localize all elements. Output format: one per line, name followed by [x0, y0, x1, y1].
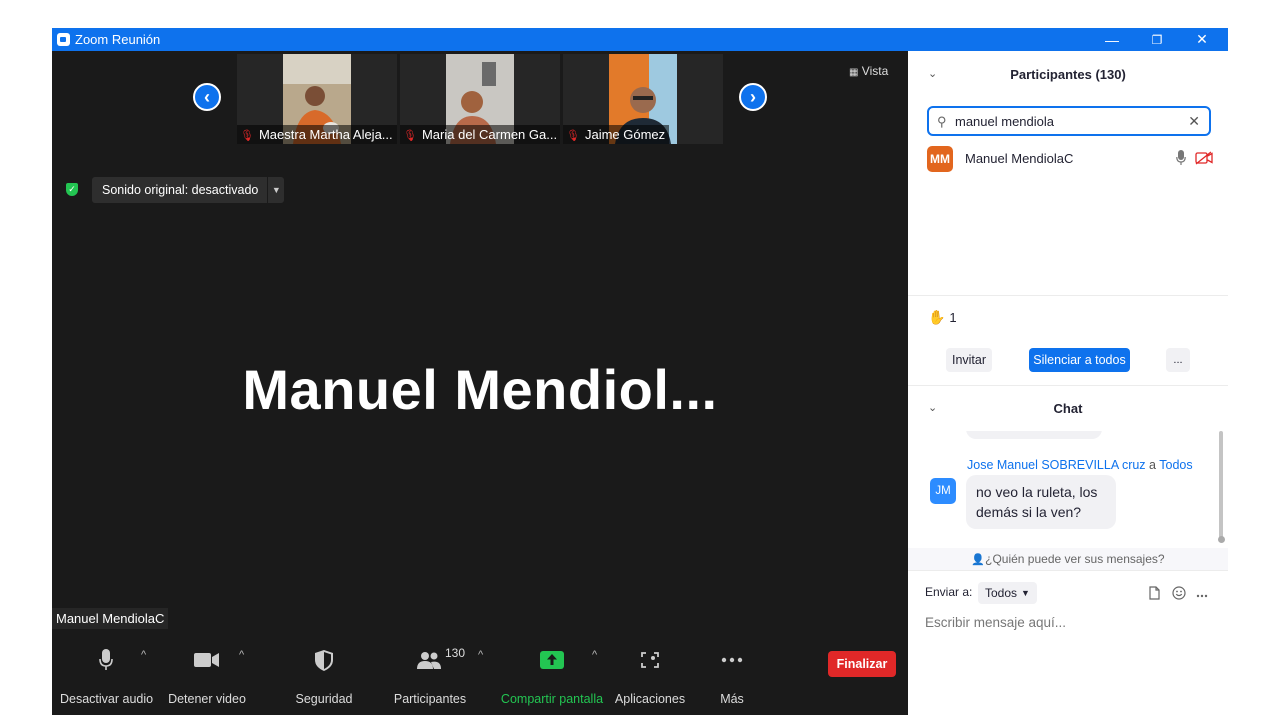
participants-title: Participantes (130)	[1010, 67, 1126, 82]
zoom-window: Zoom Reunión — ❐ ✕ ‹ 🎙 Maestra Martha Ale…	[52, 28, 1228, 715]
restore-button[interactable]: ❐	[1134, 28, 1180, 51]
mic-muted-icon: 🎙	[403, 130, 417, 142]
mic-muted-icon: 🎙	[240, 130, 254, 142]
participant-row[interactable]: MM Manuel MendiolaC	[927, 146, 1217, 172]
active-speaker-name-tag: Manuel MendiolaC	[52, 608, 169, 629]
meeting-toolbar: Desactivar audio ^ Detener video ^ Segur…	[52, 634, 908, 715]
mute-all-button[interactable]: Silenciar a todos	[1029, 348, 1130, 372]
security-button[interactable]: Seguridad	[288, 634, 360, 715]
participants-more-button[interactable]: ...	[1166, 348, 1190, 372]
next-page-button[interactable]: ›	[739, 83, 767, 111]
participant-thumbnail[interactable]: 🎙 Maestra Martha Aleja...	[237, 54, 397, 144]
participant-name-label: 🎙 Maestra Martha Aleja...	[237, 125, 397, 144]
participant-name: Manuel MendiolaC	[965, 151, 1074, 166]
video-options-caret-icon[interactable]: ^	[239, 649, 244, 661]
end-meeting-button[interactable]: Finalizar	[828, 651, 896, 677]
audio-options-caret-icon[interactable]: ^	[141, 649, 146, 661]
mic-muted-icon: 🎙	[566, 130, 580, 142]
view-button[interactable]: ▦ Vista	[844, 62, 894, 80]
original-sound-label: Sonido original: desactivado	[102, 183, 259, 197]
chevron-down-icon: ▼	[1021, 588, 1030, 598]
share-options-caret-icon[interactable]: ^	[592, 649, 597, 661]
chat-privacy-note[interactable]: 👤¿Quién puede ver sus mensajes?	[908, 548, 1228, 570]
apps-button[interactable]: Aplicaciones	[614, 634, 686, 715]
video-area: ‹ 🎙 Maestra Martha Aleja... 🎙 Maria del Ca…	[52, 51, 908, 715]
message-sender: Jose Manuel SOBREVILLA cruz a Todos	[967, 458, 1193, 472]
mute-audio-button[interactable]: Desactivar audio	[60, 634, 153, 715]
active-speaker-name: Manuel Mendiol...	[242, 358, 718, 421]
participants-options-caret-icon[interactable]: ^	[478, 649, 483, 661]
divider	[908, 295, 1228, 296]
more-dots-icon[interactable]	[1196, 586, 1208, 601]
share-screen-icon	[500, 649, 604, 671]
more-button[interactable]: Más	[710, 634, 754, 715]
raised-hand-icon: ✋	[928, 309, 946, 325]
microphone-icon	[1176, 150, 1186, 171]
participants-count: 130	[445, 646, 466, 660]
prev-page-button[interactable]: ‹	[193, 83, 221, 111]
send-to-dropdown[interactable]: Todos ▼	[978, 582, 1037, 604]
participant-name-label: 🎙 Jaime Gómez	[563, 125, 670, 144]
avatar: JM	[930, 478, 956, 504]
chat-scrollbar[interactable]	[1219, 431, 1223, 541]
microphone-icon	[60, 649, 152, 671]
emoji-icon[interactable]	[1172, 586, 1186, 603]
window-title: Zoom Reunión	[75, 32, 161, 47]
chevron-right-icon: ›	[750, 86, 756, 107]
previous-message-bubble	[966, 431, 1102, 439]
close-button[interactable]: ✕	[1179, 28, 1225, 51]
participant-thumbnail[interactable]: 🎙 Maria del Carmen Ga...	[400, 54, 560, 144]
avatar: MM	[927, 146, 953, 172]
raised-hands-count: ✋ 1	[928, 309, 957, 325]
stop-video-button[interactable]: Detener video	[164, 634, 250, 715]
person-lock-icon: 👤	[971, 554, 986, 566]
send-to-label: Enviar a:	[925, 585, 973, 599]
scroll-thumb[interactable]	[1218, 536, 1225, 543]
participant-search-input[interactable]	[955, 113, 1185, 129]
minimize-button[interactable]: —	[1089, 28, 1135, 51]
invite-button[interactable]: Invitar	[946, 348, 992, 372]
share-screen-button[interactable]: Compartir pantalla	[500, 634, 604, 715]
chat-title: Chat	[1053, 401, 1083, 416]
shield-icon	[288, 649, 360, 671]
apps-icon	[614, 649, 686, 671]
chevron-left-icon: ‹	[204, 86, 210, 107]
divider	[908, 570, 1228, 571]
participant-search: ⚲ ✕	[927, 106, 1211, 136]
video-off-icon	[1195, 151, 1213, 170]
participants-button[interactable]: 130 Participantes	[392, 634, 468, 715]
grid-icon: ▦	[849, 67, 859, 78]
search-icon: ⚲	[937, 114, 947, 129]
clear-search-icon[interactable]: ✕	[1188, 113, 1200, 130]
chat-messages: JM Jose Manuel SOBREVILLA cruz a Todos n…	[908, 431, 1228, 546]
side-panel: ⌄ Participantes (130) ⚲ ✕ MM Manuel Mend…	[908, 51, 1228, 692]
chat-message-input[interactable]	[925, 612, 1215, 632]
divider	[908, 385, 1228, 386]
zoom-app-icon	[57, 33, 70, 46]
encryption-shield-icon[interactable]: ✓	[66, 183, 78, 196]
message-bubble: no veo la ruleta, los demás si la ven?	[966, 475, 1116, 529]
video-camera-icon	[164, 649, 250, 671]
participant-name-label: 🎙 Maria del Carmen Ga...	[400, 125, 560, 144]
chevron-down-icon[interactable]: ▼	[267, 177, 284, 203]
title-bar: Zoom Reunión — ❐ ✕	[52, 28, 1228, 51]
file-icon[interactable]	[1149, 586, 1160, 603]
participant-thumbnail[interactable]: 🎙 Jaime Gómez	[563, 54, 723, 144]
more-dots-icon	[710, 649, 754, 671]
original-sound-toggle[interactable]: Sonido original: desactivado ▼	[92, 177, 285, 203]
